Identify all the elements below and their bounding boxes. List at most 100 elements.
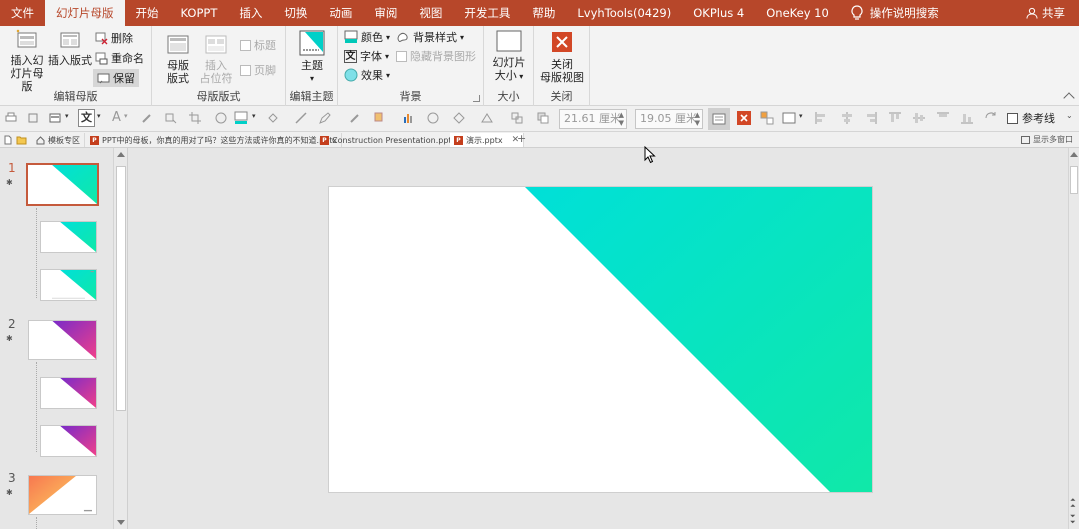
master-thumbnail-1[interactable] — [26, 163, 99, 206]
layout-dropdown-icon[interactable]: ▾ — [65, 112, 69, 120]
rename-button[interactable]: 重命名 — [95, 49, 144, 67]
format-icon[interactable] — [164, 111, 178, 125]
layout-thumbnail-1-1[interactable] — [40, 221, 97, 253]
pen-icon[interactable] — [318, 111, 332, 125]
insert-placeholder-button[interactable]: 插入 占位符 — [196, 34, 236, 85]
tab-lvyhtools[interactable]: LvyhTools(0429) — [566, 0, 682, 26]
doc-tab-ppt-master[interactable]: P PPT中的母板，你真的用对了吗？这些方法或许你真的不知道.pptx — [86, 133, 343, 147]
tab-home[interactable]: 开始 — [125, 0, 170, 26]
hide-background-box[interactable] — [396, 50, 407, 62]
thumbnails-scrollbar[interactable] — [113, 148, 127, 529]
guides-toggle[interactable]: 参考线 — [1007, 110, 1055, 126]
preserve-button[interactable]: 保留 — [93, 69, 139, 87]
tab-developer[interactable]: 开发工具 — [453, 0, 521, 26]
master-layout-button[interactable]: 母版 版式 — [162, 34, 194, 85]
fill-dropdown-icon[interactable]: ▾ — [252, 112, 256, 120]
close-master-view-button[interactable]: 关闭 母版视图 — [538, 32, 586, 84]
scroll-down-icon[interactable] — [117, 520, 125, 525]
slide-size-button[interactable]: 幻灯片 大小 ▾ — [490, 30, 528, 83]
fonts-button[interactable]: 文 字体 ▾ — [344, 47, 389, 65]
tab-koppt[interactable]: KOPPT — [170, 0, 229, 26]
group-objects-icon[interactable] — [510, 111, 524, 125]
replace-icon[interactable] — [760, 111, 774, 125]
align-right-icon[interactable] — [864, 111, 878, 125]
insert-slide-master-button[interactable]: 插入幻 灯片母版 — [6, 29, 48, 93]
tab-view[interactable]: 视图 — [408, 0, 453, 26]
font-style-icon[interactable]: 文 — [78, 109, 95, 127]
tab-file[interactable]: 文件 — [0, 0, 45, 26]
align-icon[interactable] — [26, 111, 40, 125]
tab-onekey[interactable]: OneKey 10 — [755, 0, 840, 26]
shape-height-spinner[interactable]: ▲ ▼ — [695, 111, 700, 127]
print-icon[interactable] — [4, 111, 18, 125]
next-slide-icon[interactable]: ⏷ ⏷ — [1070, 513, 1076, 526]
share-button[interactable]: 共享 — [1026, 0, 1065, 26]
hide-background-checkbox[interactable]: 隐藏背景图形 — [396, 47, 476, 65]
canvas-scrollbar[interactable]: ⏶ ⏶ ⏷ ⏷ — [1068, 148, 1079, 529]
doc-tab-templates[interactable]: 模板专区 — [32, 133, 85, 147]
scroll-thumb[interactable] — [1070, 166, 1078, 194]
tab-review[interactable]: 审阅 — [363, 0, 408, 26]
picker-icon[interactable] — [348, 111, 362, 125]
collapse-ribbon-icon[interactable] — [1063, 92, 1075, 104]
doc-tab-demo[interactable]: P 演示.pptx ✕ — [450, 133, 525, 147]
align-middle-icon[interactable] — [912, 111, 926, 125]
tab-slide-master[interactable]: 幻灯片母版 — [45, 0, 125, 26]
layout-thumbnail-2-1[interactable] — [40, 377, 97, 409]
frame-dropdown-icon[interactable]: ▾ — [799, 112, 803, 120]
fill-color-icon[interactable] — [234, 111, 248, 125]
new-tab-icon[interactable]: + — [517, 132, 526, 145]
title-checkbox[interactable]: 标题 — [240, 36, 276, 54]
tab-help[interactable]: 帮助 — [521, 0, 566, 26]
tab-animations[interactable]: 动画 — [318, 0, 363, 26]
distribute-icon[interactable] — [936, 111, 950, 125]
shape-width-field[interactable]: 21.61 厘米 ▲ ▼ — [559, 109, 627, 129]
text-dropdown-icon[interactable]: ▾ — [124, 112, 128, 120]
eyedropper-icon[interactable] — [140, 111, 154, 125]
guides-checkbox[interactable] — [1007, 112, 1018, 124]
align-center-icon[interactable] — [840, 111, 854, 125]
scroll-up-icon[interactable] — [117, 152, 125, 157]
master-thumbnail-2[interactable] — [28, 320, 97, 360]
chart-icon[interactable] — [402, 111, 416, 125]
title-checkbox-box[interactable] — [240, 39, 251, 51]
background-styles-button[interactable]: 背景样式 ▾ — [396, 28, 464, 46]
crop-icon[interactable] — [188, 111, 202, 125]
footer-checkbox[interactable]: 页脚 — [240, 61, 276, 79]
shapes-icon[interactable] — [426, 111, 440, 125]
toolbar-overflow-icon[interactable]: ⌄ — [1066, 111, 1073, 120]
themes-button[interactable]: 主题 ▾ — [294, 30, 330, 85]
tab-okplus[interactable]: OKPlus 4 — [682, 0, 755, 26]
selection-pane-button[interactable] — [708, 108, 730, 130]
shape-height-field[interactable]: 19.05 厘米 ▲ ▼ — [635, 109, 703, 129]
effects-button[interactable]: 效果 ▾ — [344, 66, 390, 84]
line-pen-icon[interactable] — [294, 111, 308, 125]
delete-x-icon[interactable] — [737, 111, 751, 125]
frame-icon[interactable] — [782, 111, 796, 125]
slide-master-canvas[interactable] — [328, 186, 873, 493]
rotate-icon[interactable] — [480, 111, 494, 125]
layout-icon[interactable] — [48, 111, 62, 125]
layout-thumbnail-2-2[interactable] — [40, 425, 97, 457]
tab-transitions[interactable]: 切换 — [273, 0, 318, 26]
background-dialog-launcher[interactable] — [473, 95, 480, 102]
rotate-flip-icon[interactable] — [984, 111, 998, 125]
tell-me-search[interactable]: 操作说明搜索 — [840, 5, 939, 21]
new-document-icon[interactable] — [3, 135, 13, 145]
delete-button[interactable]: 删除 — [95, 29, 133, 47]
insert-layout-button[interactable]: 插入版式 — [48, 29, 92, 67]
align-left-icon[interactable] — [814, 111, 828, 125]
arrange-icon[interactable] — [452, 111, 466, 125]
scroll-thumb[interactable] — [116, 166, 126, 411]
doc-tab-construction[interactable]: P Construction Presentation.pptx — [316, 133, 462, 147]
scroll-up-icon[interactable] — [1070, 152, 1078, 157]
paint-bucket-icon[interactable] — [266, 111, 280, 125]
shape-circle-icon[interactable] — [214, 111, 228, 125]
layout-thumbnail-1-2[interactable] — [40, 269, 97, 301]
footer-checkbox-box[interactable] — [240, 64, 251, 76]
text-icon[interactable]: A — [112, 110, 121, 125]
align-bottom-icon[interactable] — [960, 111, 974, 125]
bring-forward-icon[interactable] — [536, 111, 550, 125]
folder-icon[interactable] — [16, 135, 27, 145]
tab-insert[interactable]: 插入 — [228, 0, 273, 26]
